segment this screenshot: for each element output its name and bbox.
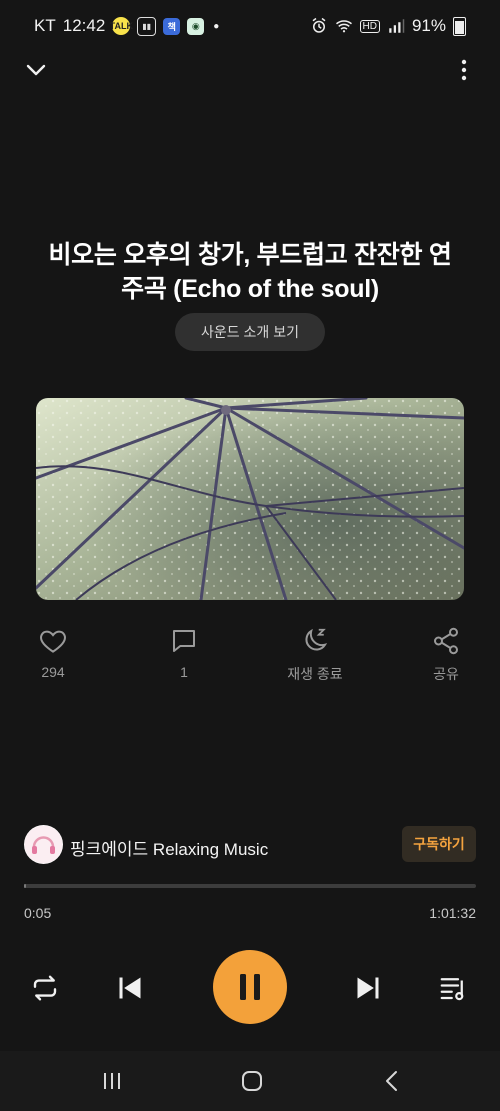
pause-button[interactable] <box>213 950 287 1024</box>
subscribe-button[interactable]: 구독하기 <box>402 826 476 862</box>
back-icon[interactable] <box>380 1069 404 1093</box>
pause-icon <box>240 974 260 1000</box>
signal-icon <box>389 19 405 33</box>
clock: 12:42 <box>62 16 106 35</box>
comment-button[interactable]: 1 <box>139 626 229 680</box>
next-button[interactable] <box>353 973 383 1003</box>
carrier-label: KT <box>34 16 56 35</box>
action-bar: 294 1 재생 종료 공유 <box>0 626 500 686</box>
track-title: 비오는 오후의 창가, 부드럽고 잔잔한 연주곡 (Echo of the so… <box>48 241 452 303</box>
playlist-button[interactable] <box>437 973 469 1003</box>
home-icon[interactable] <box>240 1069 264 1093</box>
album-cover <box>36 398 464 600</box>
next-icon <box>357 977 379 999</box>
battery-percent: 91% <box>411 16 446 35</box>
repeat-icon <box>33 975 57 1001</box>
more-notifications-icon: ● <box>213 20 220 32</box>
playback-controls <box>0 950 500 1026</box>
channel-avatar[interactable] <box>24 825 63 864</box>
progress-fill <box>24 884 26 888</box>
kakaotalk-icon: TALK <box>110 17 133 35</box>
book-app-icon: 책 <box>163 17 181 35</box>
headphones-logo-icon <box>24 825 63 864</box>
current-time: 0:05 <box>24 905 52 921</box>
previous-button[interactable] <box>115 973 145 1003</box>
channel-name[interactable]: 핑크에이드 Relaxing Music <box>70 835 268 860</box>
sleep-timer-icon <box>305 628 328 651</box>
hd-icon: HD <box>359 19 380 33</box>
share-label: 공유 <box>433 666 459 682</box>
share-button[interactable]: 공유 <box>401 626 491 684</box>
like-button[interactable]: 294 <box>8 626 98 680</box>
playlist-icon <box>440 978 464 1001</box>
status-right: HD 91% <box>310 16 466 36</box>
map-app-icon: ◉ <box>187 17 205 35</box>
recent-apps-icon[interactable] <box>100 1069 124 1093</box>
umbrella-rain-image <box>36 398 464 600</box>
status-left: KT 12:42 TALK ▮▮ 책 ◉ ● <box>34 16 219 36</box>
repeat-button[interactable] <box>30 973 60 1003</box>
system-navigation-bar <box>0 1051 500 1111</box>
previous-icon <box>119 977 141 999</box>
battery-icon <box>453 16 466 36</box>
sound-intro-button[interactable]: 사운드 소개 보기 <box>175 313 325 351</box>
wifi-icon <box>335 20 352 33</box>
total-time: 1:01:32 <box>429 905 476 921</box>
sleep-timer-label: 재생 종료 <box>287 666 343 682</box>
comment-count: 1 <box>180 664 188 680</box>
progress-bar[interactable] <box>24 884 476 888</box>
heart-icon <box>40 630 66 653</box>
status-bar: KT 12:42 TALK ▮▮ 책 ◉ ● HD 91% <box>0 0 500 52</box>
more-vertical-icon[interactable] <box>452 58 476 82</box>
notification-icon: ▮▮ <box>137 16 157 36</box>
share-icon <box>434 627 458 655</box>
top-toolbar <box>0 58 500 82</box>
comment-icon <box>173 630 195 652</box>
chevron-down-icon[interactable] <box>24 58 48 82</box>
sleep-timer-button[interactable]: 재생 종료 <box>270 626 360 684</box>
alarm-icon <box>312 17 325 33</box>
like-count: 294 <box>41 664 65 680</box>
